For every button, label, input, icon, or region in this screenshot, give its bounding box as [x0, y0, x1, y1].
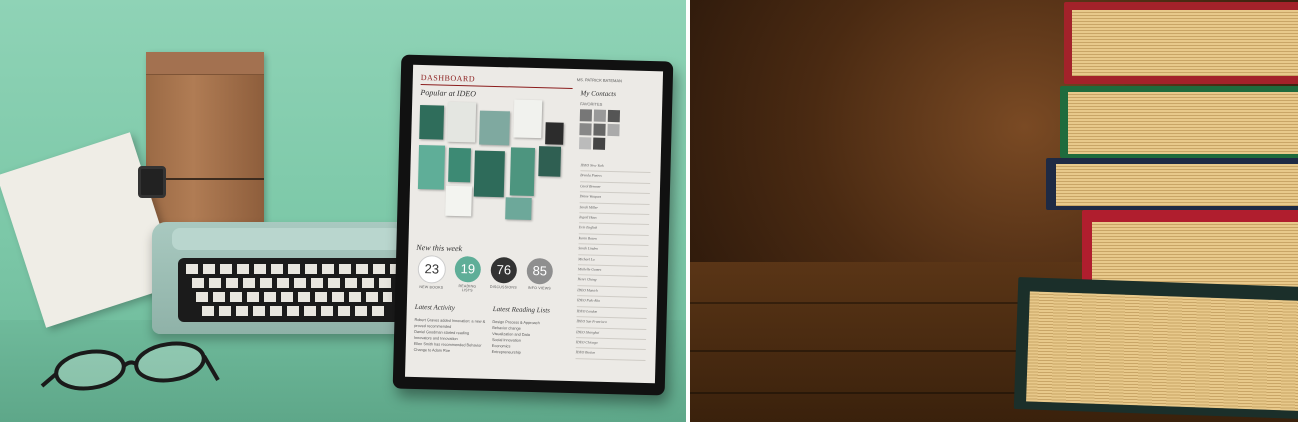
dashboard-title: DASHBOARD	[420, 73, 476, 84]
contact-item: IDEO Boston	[575, 348, 646, 361]
stat-label: DISCUSSIONS	[489, 284, 517, 290]
typewriter-carriage	[172, 228, 402, 250]
contacts-heading: My Contacts	[580, 89, 617, 99]
avatar	[579, 109, 593, 122]
book-stack-photo	[690, 0, 1298, 422]
book-cover	[509, 147, 536, 197]
key-row	[192, 278, 396, 288]
avatar	[579, 137, 592, 150]
book-bottom	[1013, 277, 1298, 419]
avatar	[607, 123, 620, 137]
stat-value: 19	[454, 255, 482, 283]
contact-avatars	[579, 109, 624, 156]
avatar	[607, 109, 621, 123]
stat-label: READING LISTS	[458, 284, 477, 293]
typewriter	[152, 222, 422, 334]
book-pages	[1026, 291, 1298, 411]
book-cover	[419, 105, 445, 140]
book-cover	[505, 197, 532, 220]
key-row	[186, 264, 400, 274]
book-cover	[538, 146, 562, 177]
stat-reading-lists: 19 READING LISTS	[453, 255, 482, 293]
book-cover	[479, 110, 510, 146]
tablet-device: DASHBOARD MS. PATRICK BATEMAN Popular at…	[392, 54, 674, 396]
binder-clip	[138, 166, 166, 198]
eyeglasses	[40, 341, 220, 391]
key-row	[202, 306, 388, 316]
key-row	[196, 292, 392, 302]
photo-collage: DASHBOARD MS. PATRICK BATEMAN Popular at…	[0, 0, 1298, 422]
activity-item: Ellen Smith has recommended Behavior Cha…	[413, 341, 482, 353]
popular-heading: Popular at IDEO	[420, 88, 477, 99]
reading-lists-heading: Latest Reading Lists	[492, 304, 551, 315]
book-red-top	[1064, 2, 1298, 84]
typewriter-keyboard	[178, 258, 408, 322]
new-this-week-heading: New this week	[416, 242, 463, 254]
reading-list-item: Entrepreneurship	[491, 349, 521, 355]
book-cover	[447, 101, 477, 143]
stat-info-views: 85 INFO VIEWS	[525, 257, 554, 291]
stat-discussions: 76 DISCUSSIONS	[489, 256, 518, 290]
book-pages	[1068, 92, 1298, 154]
book-cover	[545, 122, 564, 145]
avatar	[579, 123, 592, 136]
tablet-screen: DASHBOARD MS. PATRICK BATEMAN Popular at…	[404, 64, 664, 384]
book-cover	[448, 147, 471, 183]
book-pages	[1056, 164, 1298, 206]
stat-label: INFO VIEWS	[527, 285, 551, 291]
folder-flap	[146, 52, 264, 75]
book-cover	[445, 185, 472, 217]
reading-lists-list: Design Process & Approach Behavior chang…	[492, 319, 565, 357]
book-cover	[417, 144, 446, 190]
user-name: MS. PATRICK BATEMAN	[576, 77, 622, 84]
stat-new-books: 23 NEW BOOKS	[417, 255, 447, 290]
book-covers-grid	[417, 99, 572, 225]
book-cover	[473, 150, 505, 198]
book-blue	[1046, 158, 1298, 210]
avatar	[592, 137, 606, 150]
typewriter-tablet-photo: DASHBOARD MS. PATRICK BATEMAN Popular at…	[0, 0, 686, 422]
stat-value: 76	[490, 256, 518, 284]
avatar	[593, 109, 607, 122]
latest-activity-heading: Latest Activity	[414, 302, 456, 312]
favorites-label: FAVORITES	[580, 101, 603, 107]
stat-label: NEW BOOKS	[419, 285, 444, 290]
book-cover	[513, 99, 543, 139]
avatar	[593, 123, 606, 136]
contact-list: IDEO New York Brenda Pieters Carol Brenn…	[575, 161, 651, 361]
book-green	[1060, 86, 1298, 158]
stat-value: 85	[526, 257, 554, 285]
latest-activity-list: Robert Graves added Innovation: a new & …	[414, 317, 487, 355]
stat-value: 23	[417, 255, 447, 284]
book-pages	[1072, 10, 1298, 76]
